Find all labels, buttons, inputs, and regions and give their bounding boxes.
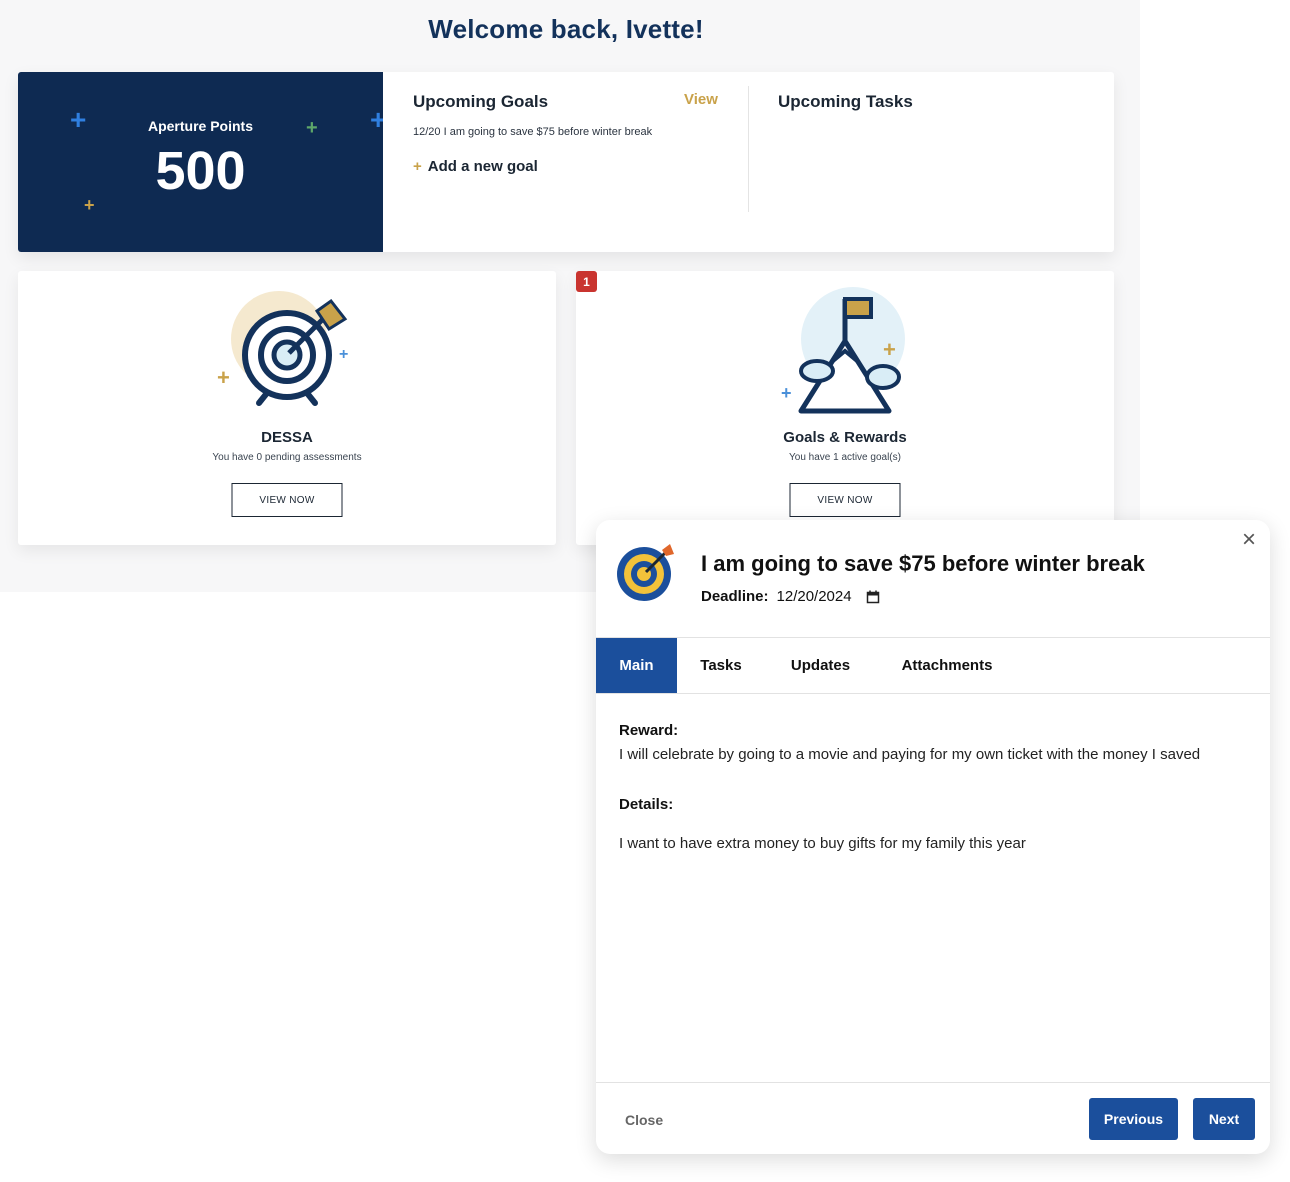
deadline-row: Deadline: 12/20/2024	[701, 588, 880, 605]
tab-main[interactable]: Main	[596, 638, 677, 693]
modal-title: I am going to save $75 before winter bre…	[701, 551, 1145, 576]
previous-button[interactable]: Previous	[1089, 1098, 1178, 1140]
reward-label: Reward:	[619, 722, 679, 739]
next-button[interactable]: Next	[1193, 1098, 1255, 1140]
upcoming-goals-title: Upcoming Goals	[413, 92, 549, 111]
details-label: Details:	[619, 796, 674, 813]
footer-divider	[596, 1082, 1270, 1083]
goals-rewards-tile: + + Goals & Rewards You have 1 active go…	[576, 271, 1114, 545]
dessa-view-now-button[interactable]: VIEW NOW	[231, 483, 343, 517]
notification-badge: 1	[576, 271, 597, 292]
close-button[interactable]: Close	[625, 1112, 663, 1128]
points-panel: + + + + Aperture Points 500	[18, 72, 383, 252]
welcome-heading: Welcome back, Ivette!	[428, 14, 704, 44]
goals-rewards-title: Goals & Rewards	[783, 429, 907, 446]
add-goal-button[interactable]: + Add a new goal	[413, 158, 538, 175]
summary-card: + + + + Aperture Points 500 Upcoming Goa…	[18, 72, 1114, 252]
reward-value: I will celebrate by going to a movie and…	[619, 746, 1201, 763]
details-value: I want to have extra money to buy gifts …	[619, 835, 1026, 852]
target-icon: + +	[217, 291, 348, 406]
dessa-tile: + + DESSA You have 0 pending assessments…	[18, 271, 556, 545]
tab-attachments[interactable]: Attachments	[876, 638, 1018, 693]
points-value: 500	[155, 141, 246, 201]
goals-view-link[interactable]: View	[684, 91, 718, 108]
svg-text:+: +	[217, 365, 230, 390]
goals-rewards-view-now-button[interactable]: VIEW NOW	[789, 483, 901, 517]
add-goal-label: Add a new goal	[427, 158, 538, 175]
deadline-value: 12/20/2024	[776, 588, 852, 605]
upcoming-goal-item[interactable]: 12/20 I am going to save $75 before wint…	[413, 126, 652, 138]
upcoming-tasks-title: Upcoming Tasks	[778, 92, 913, 111]
calendar-icon[interactable]	[866, 590, 880, 604]
upcoming-goals-section: Upcoming Goals View 12/20 I am going to …	[413, 72, 748, 252]
svg-text:+: +	[339, 346, 348, 363]
dessa-title: DESSA	[261, 429, 313, 446]
dessa-subtitle: You have 0 pending assessments	[212, 452, 362, 463]
modal-tabs: Main Tasks Updates Attachments	[596, 638, 1270, 694]
goal-detail-modal: × I am going to save $75 before winter b…	[596, 520, 1270, 1154]
points-label: Aperture Points	[147, 118, 253, 134]
plus-icon: +	[413, 158, 422, 175]
deadline-label: Deadline:	[701, 588, 769, 605]
close-icon[interactable]: ×	[1242, 528, 1256, 552]
column-divider	[748, 86, 749, 212]
mountain-flag-icon: + +	[781, 287, 905, 414]
target-icon	[617, 544, 674, 601]
tab-updates[interactable]: Updates	[765, 638, 876, 693]
goals-rewards-subtitle: You have 1 active goal(s)	[789, 452, 901, 463]
svg-text:+: +	[781, 383, 792, 403]
svg-text:+: +	[883, 337, 896, 362]
tab-tasks[interactable]: Tasks	[677, 638, 765, 693]
